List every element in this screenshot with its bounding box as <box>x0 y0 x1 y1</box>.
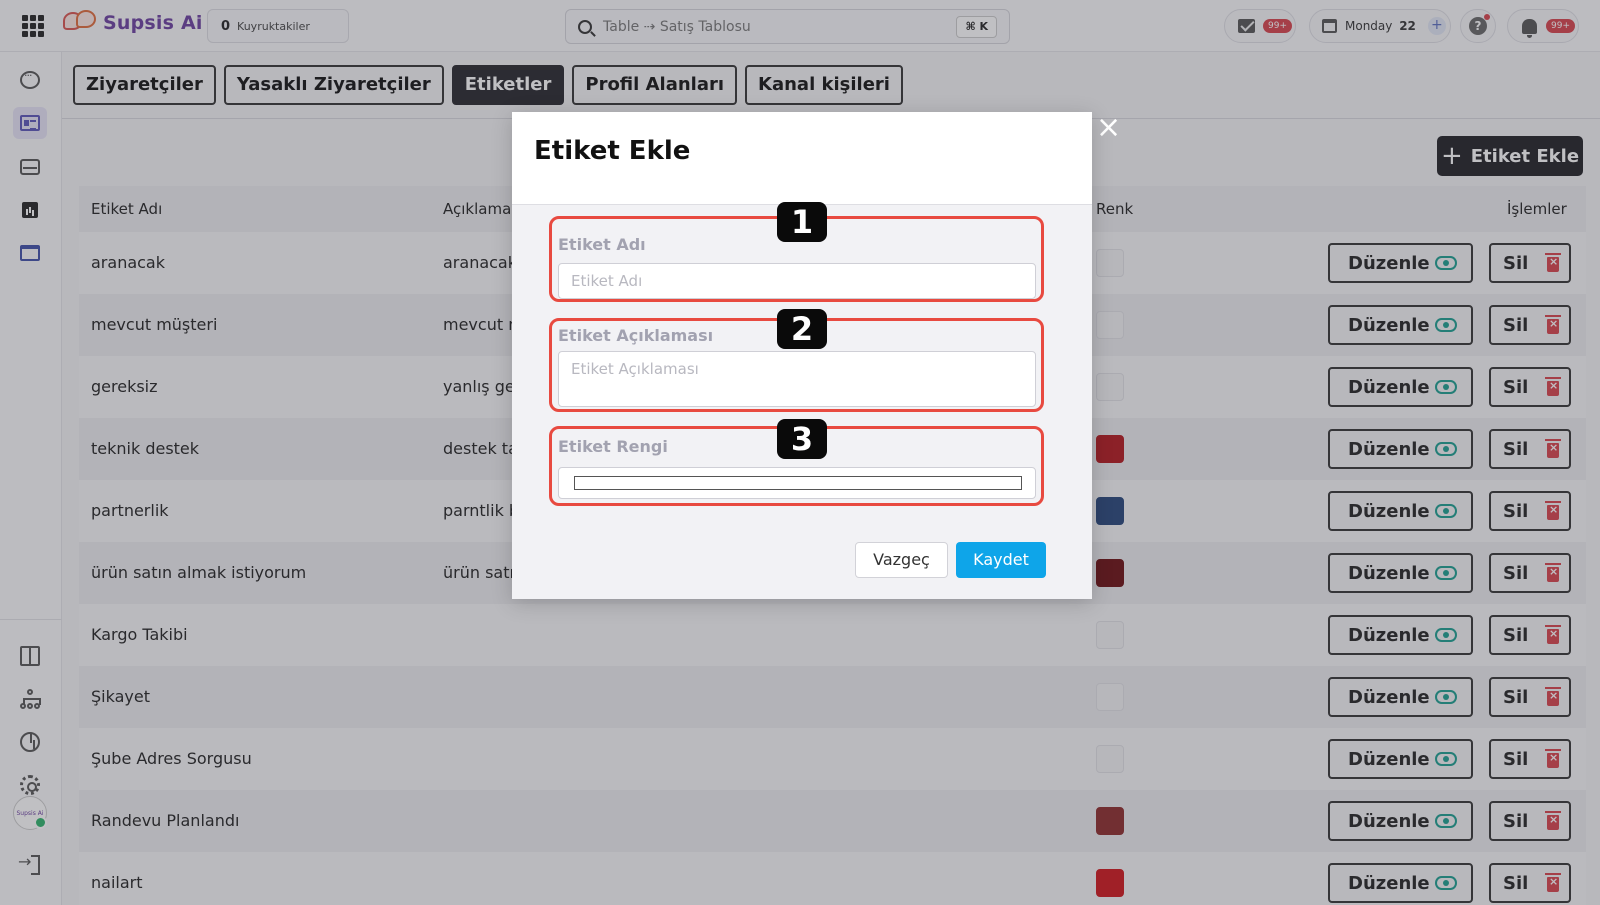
step-marker-2: 2 <box>777 309 827 349</box>
label-color-label: Etiket Rengi <box>558 437 668 456</box>
save-button[interactable]: Kaydet <box>956 542 1046 578</box>
close-icon[interactable]: × <box>1096 113 1121 143</box>
cancel-button[interactable]: Vazgeç <box>855 542 948 578</box>
label-name-input[interactable] <box>558 263 1036 299</box>
label-color-picker[interactable] <box>574 476 1022 490</box>
label-name-label: Etiket Adı <box>558 235 646 254</box>
label-description-input[interactable] <box>558 351 1036 407</box>
label-description-label: Etiket Açıklaması <box>558 326 714 345</box>
step-marker-3: 3 <box>777 419 827 459</box>
modal-header: Etiket Ekle <box>512 112 1092 205</box>
step-marker-1: 1 <box>777 202 827 242</box>
add-label-modal: Etiket Ekle Etiket Adı Etiket Açıklaması… <box>512 112 1092 599</box>
app-root: Supsis Ai 0 Kuyruktakiler Table ⇢ Satış … <box>0 0 1600 905</box>
label-color-field <box>558 467 1036 499</box>
modal-title: Etiket Ekle <box>534 136 691 166</box>
